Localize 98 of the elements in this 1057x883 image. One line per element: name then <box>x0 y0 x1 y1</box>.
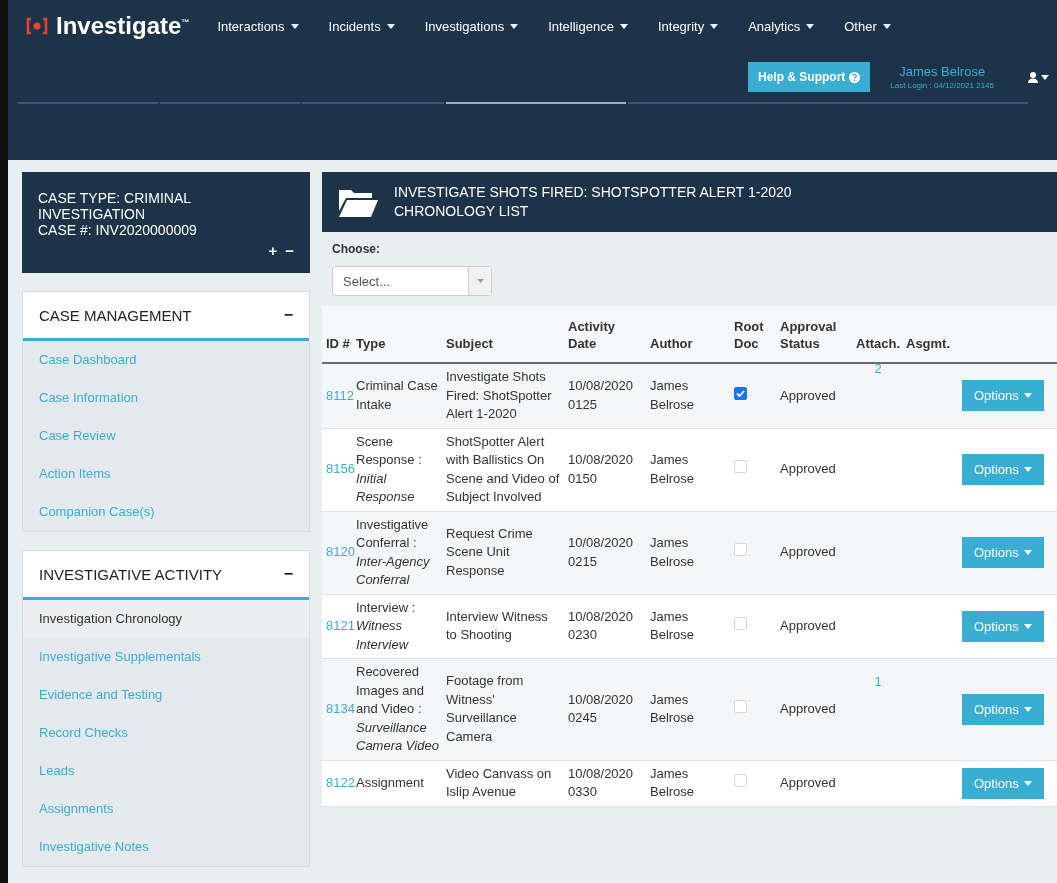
caret-icon <box>1023 393 1032 399</box>
caret-icon <box>1041 74 1049 80</box>
collapse-button[interactable]: − <box>283 565 293 583</box>
sidebar-item[interactable]: Investigative Supplementals <box>23 638 309 676</box>
collapse-button[interactable]: − <box>283 306 293 324</box>
caret-icon <box>1023 467 1032 472</box>
table-cell: Approved <box>776 658 852 760</box>
help-button[interactable]: Help & Support <box>748 62 871 92</box>
id-link[interactable]: 8112 <box>326 387 354 403</box>
caret-icon <box>386 23 395 29</box>
options-button[interactable]: Options <box>962 454 1044 485</box>
options-button[interactable]: Options <box>962 610 1044 642</box>
caret-icon <box>882 23 891 29</box>
options-button[interactable]: Options <box>962 537 1044 568</box>
sidebar-item[interactable]: Case Review <box>23 417 309 455</box>
table-cell: James Belrose <box>646 428 730 511</box>
user-name[interactable]: James Belrose <box>899 64 986 79</box>
column-header: Subject <box>442 306 564 363</box>
sidebar-item[interactable]: Investigative Notes <box>23 828 309 866</box>
table-cell: Interview Witness to Shooting <box>442 594 564 659</box>
nav-menu[interactable]: Interactions <box>217 18 299 34</box>
table-cell: Video Canvass on Islip Avenue <box>442 760 564 806</box>
options-button[interactable]: Options <box>962 767 1044 799</box>
caret-icon <box>619 23 628 29</box>
sidebar-item[interactable]: Case Dashboard <box>23 341 309 379</box>
caret-icon <box>806 23 815 29</box>
table-cell: Approved <box>776 594 852 659</box>
table-cell: Investigate Shots Fired: ShotSpotter Alert 1-2020 <box>442 363 564 428</box>
nav-menu[interactable]: Integrity <box>657 18 719 34</box>
table-cell: 10/08/2020 0245 <box>564 658 646 760</box>
table-cell: James Belrose <box>646 594 730 659</box>
attachment-count[interactable]: 1 <box>856 673 900 692</box>
column-header: ID # <box>322 306 352 363</box>
caret-icon <box>1023 706 1032 712</box>
case-info: CASE #: INV2020000009 <box>38 222 198 238</box>
case-info: CASE TYPE: CRIMINAL INVESTIGATION <box>38 190 192 222</box>
select-dropdown[interactable]: Select... <box>332 266 492 296</box>
id-link[interactable]: 8121 <box>326 618 355 633</box>
nav-menu[interactable]: Intelligence <box>548 18 628 34</box>
table-cell: Approved <box>776 363 852 428</box>
table-cell: ShotSpotter Alert with Ballistics On Scene and Video of Subject Involved <box>442 428 564 511</box>
caret-icon <box>710 23 719 29</box>
sidebar-item[interactable]: Companion Case(s) <box>23 493 309 531</box>
help-icon <box>849 71 861 83</box>
sidebar-item[interactable]: Evidence and Testing <box>23 676 309 714</box>
table-cell: 10/08/2020 0215 <box>564 511 646 594</box>
collapse-button[interactable]: − <box>285 242 294 259</box>
sidebar-item[interactable]: Investigation Chronology <box>23 600 309 638</box>
sidebar-item[interactable]: Action Items <box>23 455 309 493</box>
caret-icon <box>476 279 484 283</box>
expand-button[interactable]: + <box>268 242 278 259</box>
column-header: Root Doc <box>730 306 776 363</box>
nav-menu[interactable]: Investigations <box>424 18 519 34</box>
column-header: Type <box>352 306 442 363</box>
table-cell: James Belrose <box>646 511 730 594</box>
table-cell: 10/08/2020 0125 <box>564 363 646 428</box>
caret-icon <box>1023 623 1032 629</box>
caret-icon <box>1023 780 1032 786</box>
panel-title: INVESTIGATE SHOTS FIRED: SHOTSPOTTER ALERT 1-2020 <box>394 183 792 202</box>
choose-label: Choose: <box>332 242 381 256</box>
panel-title: CHRONOLOGY LIST <box>394 202 530 221</box>
section-title: CASE MANAGEMENT <box>39 306 192 324</box>
table-cell: Interview : Witness Interview <box>352 594 442 659</box>
user-icon <box>1028 71 1038 83</box>
caret-icon <box>510 23 519 29</box>
table-cell: Approved <box>776 511 852 594</box>
sidebar-item[interactable]: Case Information <box>23 379 309 417</box>
last-login: Last Login : 04/12/2021 2145 <box>890 81 994 90</box>
brand-name: Investigate$^{™}$ <box>56 12 190 40</box>
column-header: Activity Date <box>564 306 646 363</box>
table-cell: Approved <box>776 428 852 511</box>
table-cell: 10/08/2020 0230 <box>564 594 646 659</box>
table-cell: James Belrose <box>646 363 730 428</box>
nav-menu[interactable]: Other <box>844 18 891 34</box>
column-header: Asgmt. <box>902 306 958 363</box>
sidebar-item[interactable]: Record Checks <box>23 714 309 752</box>
nav-menu[interactable]: Incidents <box>328 18 395 34</box>
nav-menu[interactable]: Analytics <box>748 18 815 34</box>
section-title: INVESTIGATIVE ACTIVITY <box>39 565 223 583</box>
table-cell: 10/08/2020 0330 <box>564 760 646 806</box>
column-header: Approval Status <box>776 306 852 363</box>
root-doc-checkbox[interactable] <box>734 386 747 400</box>
table-cell: James Belrose <box>646 760 730 806</box>
table-cell: Footage from Witness' Surveillance Camera <box>442 658 564 760</box>
sidebar-item[interactable]: Leads <box>23 752 309 790</box>
column-header: Author <box>646 306 730 363</box>
user-menu[interactable] <box>1028 71 1049 83</box>
options-button[interactable]: Options <box>962 693 1044 725</box>
sidebar-item[interactable]: Assignments <box>23 790 309 828</box>
options-button[interactable]: Options <box>962 380 1044 412</box>
logo-icon <box>26 17 48 35</box>
caret-icon <box>290 23 299 29</box>
table-cell: James Belrose <box>646 658 730 760</box>
table-cell: 10/08/2020 0150 <box>564 428 646 511</box>
table-cell: Request Crime Scene Unit Response <box>442 511 564 594</box>
folder-icon <box>338 187 378 217</box>
table-cell: Approved <box>776 760 852 806</box>
caret-icon <box>1023 550 1032 555</box>
